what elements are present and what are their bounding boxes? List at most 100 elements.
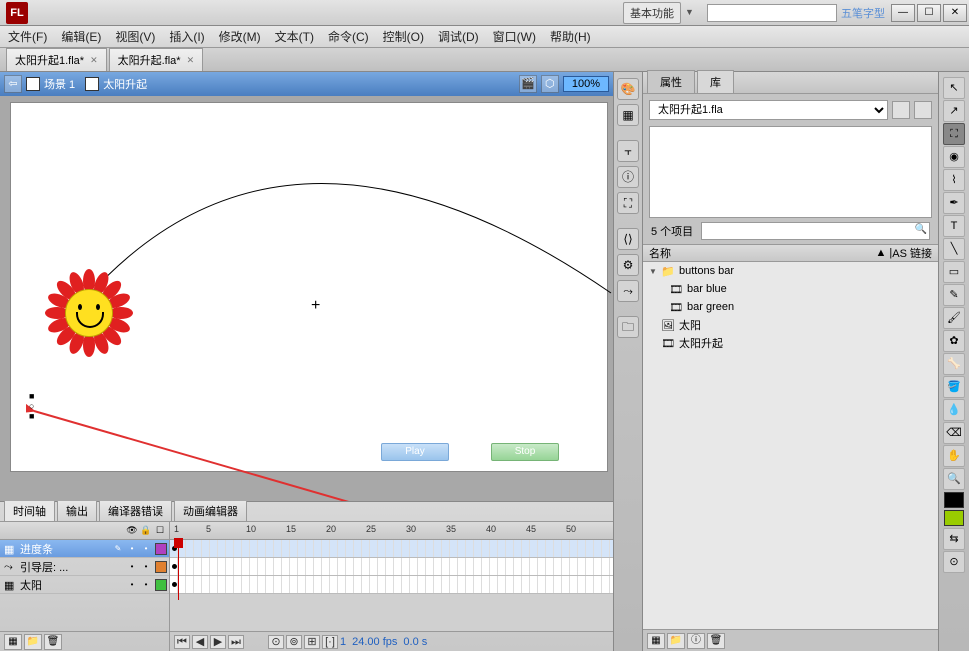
close-tab-icon[interactable]: ✕ bbox=[187, 55, 195, 66]
playhead[interactable] bbox=[178, 540, 179, 600]
edit-symbol-icon[interactable]: ⬡ bbox=[541, 75, 559, 93]
library-search[interactable] bbox=[701, 222, 930, 240]
frame-row[interactable] bbox=[170, 540, 613, 558]
new-layer-button[interactable]: ▦ bbox=[4, 634, 22, 650]
workspace-switcher[interactable]: 基本功能 bbox=[623, 2, 681, 24]
zoom-tool[interactable]: 🔍 bbox=[943, 468, 965, 490]
zoom-level[interactable]: 100% bbox=[563, 76, 609, 92]
close-tab-icon[interactable]: ✕ bbox=[90, 55, 98, 66]
col-name[interactable]: 名称 bbox=[649, 245, 875, 261]
properties-button[interactable]: ⓘ bbox=[687, 633, 705, 649]
pin-library-icon[interactable] bbox=[892, 101, 910, 119]
color-panel-icon[interactable]: 🎨 bbox=[617, 78, 639, 100]
delete-button[interactable]: 🗑 bbox=[707, 633, 725, 649]
project-panel-icon[interactable]: 🗀 bbox=[617, 316, 639, 338]
code-snippets-icon[interactable]: ⟨⟩ bbox=[617, 228, 639, 250]
line-tool[interactable]: ╲ bbox=[943, 238, 965, 260]
hand-tool[interactable]: ✋ bbox=[943, 445, 965, 467]
frame-row[interactable] bbox=[170, 576, 613, 594]
menu-window[interactable]: 窗口(W) bbox=[493, 28, 536, 45]
lasso-tool[interactable]: ⌇ bbox=[943, 169, 965, 191]
modify-markers-button[interactable]: [·] bbox=[322, 635, 338, 649]
stroke-color[interactable] bbox=[944, 492, 964, 508]
bone-tool[interactable]: 🦴 bbox=[943, 353, 965, 375]
scene-crumb[interactable]: 场景 1 bbox=[26, 76, 75, 92]
minimize-button[interactable]: — bbox=[891, 4, 915, 22]
frames-area[interactable]: 1 5 10 15 20 25 30 35 40 45 50 bbox=[170, 522, 613, 651]
tab-timeline[interactable]: 时间轴 bbox=[4, 500, 55, 521]
doc-tab-0[interactable]: 太阳升起1.fla*✕ bbox=[6, 48, 107, 71]
layer-row[interactable]: ▦太阳•• bbox=[0, 576, 169, 594]
tab-compiler-errors[interactable]: 编译器错误 bbox=[99, 500, 172, 521]
symbol-crumb[interactable]: 太阳升起 bbox=[85, 76, 147, 92]
new-folder-button[interactable]: 📁 bbox=[667, 633, 685, 649]
outline-icon[interactable]: ☐ bbox=[153, 525, 167, 536]
library-item[interactable]: 🎞bar green bbox=[643, 298, 938, 316]
back-button[interactable]: ⇦ bbox=[4, 75, 22, 93]
first-frame-button[interactable]: ⏮ bbox=[174, 635, 190, 649]
menu-debug[interactable]: 调试(D) bbox=[438, 28, 479, 45]
swatches-panel-icon[interactable]: ▦ bbox=[617, 104, 639, 126]
delete-layer-button[interactable]: 🗑 bbox=[44, 634, 62, 650]
stage[interactable]: + ■○■ Play Stop bbox=[10, 102, 608, 472]
subselection-tool[interactable]: ↗ bbox=[943, 100, 965, 122]
maximize-button[interactable]: ☐ bbox=[917, 4, 941, 22]
menu-text[interactable]: 文本(T) bbox=[275, 28, 314, 45]
swap-colors-icon[interactable]: ⇆ bbox=[943, 528, 965, 550]
brush-tool[interactable]: 🖌 bbox=[943, 307, 965, 329]
tab-motion-editor[interactable]: 动画编辑器 bbox=[174, 500, 247, 521]
stop-button[interactable]: Stop bbox=[491, 443, 559, 461]
menu-modify[interactable]: 修改(M) bbox=[219, 28, 261, 45]
3d-rotation-tool[interactable]: ◉ bbox=[943, 146, 965, 168]
new-library-icon[interactable] bbox=[914, 101, 932, 119]
layer-row[interactable]: ▦进度条✎•• bbox=[0, 540, 169, 558]
edit-scene-icon[interactable]: 🎬 bbox=[519, 75, 537, 93]
motion-presets-icon[interactable]: ⤳ bbox=[617, 280, 639, 302]
library-item[interactable]: ▼📁buttons bar bbox=[643, 262, 938, 280]
menu-view[interactable]: 视图(V) bbox=[115, 28, 155, 45]
pen-tool[interactable]: ✒ bbox=[943, 192, 965, 214]
doc-tab-1[interactable]: 太阳升起.fla*✕ bbox=[109, 48, 204, 71]
frame-ruler[interactable]: 1 5 10 15 20 25 30 35 40 45 50 bbox=[170, 522, 613, 540]
menu-control[interactable]: 控制(O) bbox=[383, 28, 424, 45]
stage-area[interactable]: + ■○■ Play Stop bbox=[0, 96, 613, 501]
menu-help[interactable]: 帮助(H) bbox=[550, 28, 591, 45]
layer-row[interactable]: ⤳引导层: ...•• bbox=[0, 558, 169, 576]
new-symbol-button[interactable]: ▦ bbox=[647, 633, 665, 649]
pencil-tool[interactable]: ✎ bbox=[943, 284, 965, 306]
prev-frame-button[interactable]: ◀ bbox=[192, 635, 208, 649]
menu-edit[interactable]: 编辑(E) bbox=[61, 28, 101, 45]
selection-tool[interactable]: ↖ bbox=[943, 77, 965, 99]
tab-output[interactable]: 输出 bbox=[57, 500, 97, 521]
eyedropper-tool[interactable]: 💧 bbox=[943, 399, 965, 421]
deco-tool[interactable]: ✿ bbox=[943, 330, 965, 352]
text-tool[interactable]: T bbox=[943, 215, 965, 237]
rectangle-tool[interactable]: ▭ bbox=[943, 261, 965, 283]
play-button[interactable]: Play bbox=[381, 443, 449, 461]
menu-commands[interactable]: 命令(C) bbox=[328, 28, 369, 45]
edit-multiple-frames-button[interactable]: ⊞ bbox=[304, 635, 320, 649]
menu-insert[interactable]: 插入(I) bbox=[169, 28, 204, 45]
onion-skin-outlines-button[interactable]: ⊚ bbox=[286, 635, 302, 649]
eraser-tool[interactable]: ⌫ bbox=[943, 422, 965, 444]
workspace-dropdown-icon[interactable]: ▼ bbox=[685, 7, 697, 19]
search-input[interactable] bbox=[707, 4, 837, 22]
info-panel-icon[interactable]: ⓘ bbox=[617, 166, 639, 188]
paint-bucket-tool[interactable]: 🪣 bbox=[943, 376, 965, 398]
onion-skin-button[interactable]: ⊙ bbox=[268, 635, 284, 649]
library-item[interactable]: 🎞太阳升起 bbox=[643, 334, 938, 352]
snap-to-objects-icon[interactable]: ⊙ bbox=[943, 551, 965, 573]
fill-color[interactable] bbox=[944, 510, 964, 526]
visibility-icon[interactable]: 👁 bbox=[125, 525, 139, 536]
frame-row[interactable] bbox=[170, 558, 613, 576]
library-item[interactable]: 🎞bar blue bbox=[643, 280, 938, 298]
tab-library[interactable]: 库 bbox=[697, 70, 734, 93]
align-panel-icon[interactable]: ⫟ bbox=[617, 140, 639, 162]
last-frame-button[interactable]: ⏭ bbox=[228, 635, 244, 649]
tab-properties[interactable]: 属性 bbox=[647, 70, 695, 93]
library-file-select[interactable]: 太阳升起1.fla bbox=[649, 100, 888, 120]
selection-handle[interactable]: ■○■ bbox=[29, 391, 34, 421]
next-frame-button[interactable]: ▶ bbox=[210, 635, 226, 649]
free-transform-tool[interactable]: ⛶ bbox=[943, 123, 965, 145]
transform-panel-icon[interactable]: ⛶ bbox=[617, 192, 639, 214]
